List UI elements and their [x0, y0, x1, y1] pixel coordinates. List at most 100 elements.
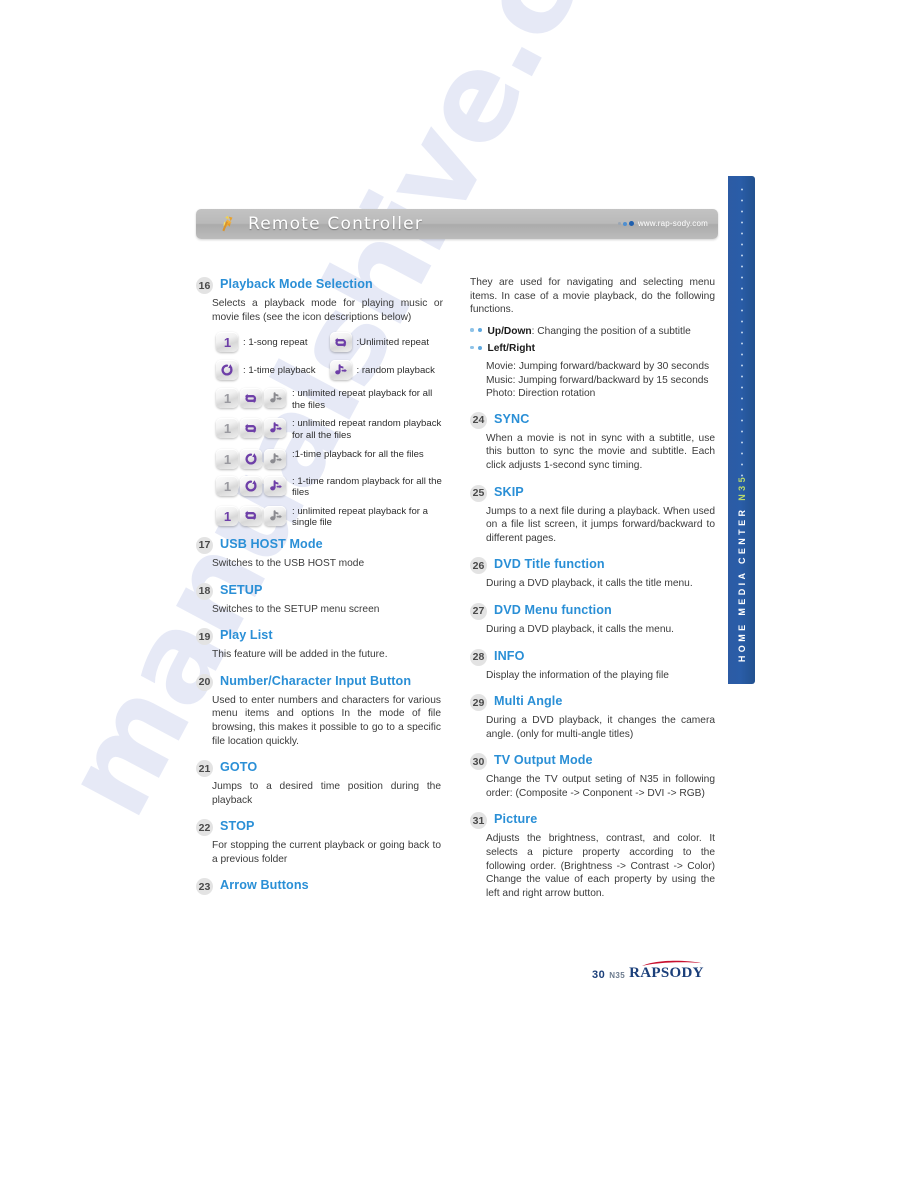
section-number-badge: 30 [470, 753, 487, 771]
loop-once-icon-active [240, 475, 262, 496]
section-number-badge: 25 [470, 484, 487, 502]
section-18-heading: 18 SETUP [196, 582, 443, 600]
repeat-icon-active [240, 388, 262, 409]
loop-once-icon-active [240, 448, 262, 469]
icon-pair-cell: 1 : 1-song repeat [216, 332, 330, 353]
url-dot-medium-icon [622, 221, 627, 226]
section-19-heading: 19 Play List [196, 627, 443, 646]
icon-triplet-row: 1 [216, 388, 443, 411]
bullet-left-right: Left/Right [470, 342, 717, 356]
section-19-text: This feature will be added in the future… [212, 649, 388, 661]
section-20-text: Used to enter numbers and characters for… [212, 694, 441, 747]
repeat-icon-active [240, 418, 262, 439]
svg-text:1: 1 [223, 391, 230, 405]
section-31-heading: 31 Picture [470, 811, 717, 830]
left-column: 16 Playback Mode Selection Selects a pla… [196, 276, 443, 898]
swoosh-icon [642, 960, 703, 966]
section-number-badge: 19 [196, 628, 213, 646]
icon-triplet-group: 1 [216, 388, 286, 409]
icon-pair-label: : 1-song repeat [243, 336, 308, 348]
section-title: DVD Title function [494, 557, 605, 572]
section-title: INFO [494, 648, 525, 663]
shuffle-note-icon-active [264, 475, 286, 496]
section-number-badge: 18 [196, 582, 213, 600]
side-tab-label-main: HOME MEDIA CENTER [736, 500, 747, 662]
section-22-text: For stopping the current playback or goi… [212, 840, 441, 865]
side-tab-label: HOME MEDIA CENTER N35 [737, 474, 747, 662]
svg-text:1: 1 [223, 479, 230, 493]
section-18-text: Switches to the SETUP menu screen [212, 603, 380, 615]
section-number-badge: 17 [196, 536, 213, 554]
shuffle-note-icon-active [264, 418, 286, 439]
bullet-rest: : Changing the position of a subtitle [531, 325, 691, 337]
one-icon-gray: 1 [216, 418, 238, 439]
one-icon-active: 1 [216, 505, 238, 526]
icon-triplet-row: 1 [216, 505, 443, 529]
section-30-text: Change the TV output seting of N35 in fo… [486, 774, 715, 799]
arrow-details-text: Movie: Jumping forward/backward by 30 se… [486, 360, 710, 400]
section-title: TV Output Mode [494, 753, 593, 768]
section-25-text: Jumps to a next file during a playback. … [486, 505, 715, 544]
icon-triplet-desc: : 1-time random playback for all the fil… [292, 475, 442, 499]
section-title: GOTO [220, 760, 258, 775]
section-17-heading: 17 USB HOST Mode [196, 536, 443, 554]
shuffle-note-icon-gray [264, 448, 286, 469]
section-title: Multi Angle [494, 694, 563, 709]
footer-model: N35 [609, 971, 626, 980]
url-dot-large-icon [628, 221, 634, 226]
section-26-heading: 26 DVD Title function [470, 556, 717, 575]
section-31-text: Adjusts the brightness, contrast, and co… [486, 833, 715, 899]
one-icon-gray: 1 [216, 448, 238, 469]
icon-triplet-desc: : unlimited repeat playback for a single… [292, 505, 428, 529]
page-title: Remote Controller [248, 214, 424, 234]
section-number-badge: 16 [196, 277, 213, 294]
section-title: SKIP [494, 484, 524, 499]
one-icon-gray: 1 [216, 388, 238, 409]
side-tab: HOME MEDIA CENTER N35 [728, 176, 755, 684]
svg-text:1: 1 [223, 335, 230, 349]
bullet-dots-icon [470, 328, 482, 333]
icon-pair-cell: :Unlimited repeat [329, 332, 444, 353]
icon-pair-row: 1 : 1-song repeat :Unlimited repeat [216, 332, 444, 353]
side-tab-label-model: N35 [736, 473, 747, 501]
section-title: Picture [494, 812, 538, 827]
section-number-badge: 29 [470, 694, 487, 712]
icon-triplet-group: 1 [216, 418, 286, 439]
bullet-label: Left/Right [487, 343, 536, 355]
bullet-label: Up/Down [487, 325, 532, 337]
section-title: USB HOST Mode [220, 536, 323, 551]
section-30-heading: 30 TV Output Mode [470, 752, 717, 771]
icon-triplet-desc: :1-time playback for all the files [292, 448, 424, 460]
section-16-intro: Selects a playback mode for playing musi… [212, 298, 443, 323]
section-29-text: During a DVD playback, it changes the ca… [486, 715, 715, 740]
shuffle-note-icon-gray [264, 505, 286, 526]
icon-legend: 1 : 1-song repeat :Unlimited repeat: 1-… [216, 332, 443, 529]
section-22-heading: 22 STOP [196, 818, 443, 837]
section-27-text: During a DVD playback, it calls the menu… [486, 623, 674, 635]
section-number-badge: 28 [470, 648, 487, 666]
icon-triplet-desc: : unlimited repeat random playback for a… [292, 418, 442, 441]
section-title: Play List [220, 628, 273, 643]
icon-pair-cell: : 1-time playback [216, 360, 330, 381]
section-number-badge: 23 [196, 878, 213, 896]
section-29-heading: 29 Multi Angle [470, 693, 717, 712]
section-title: Arrow Buttons [220, 878, 309, 893]
icon-pair-label: : 1-time playback [243, 364, 316, 376]
section-number-badge: 22 [196, 819, 213, 837]
one-icon-gray: 1 [216, 475, 238, 496]
svg-text:1: 1 [223, 452, 230, 466]
url-dot-small-icon [617, 222, 621, 225]
section-21-text: Jumps to a desired time position during … [212, 781, 441, 806]
manual-page: manualshive.com HOME MEDIA CENTER N35 Re… [0, 0, 918, 1188]
bullet-up-down: Up/Down: Changing the position of a subt… [470, 325, 717, 339]
section-title: Playback Mode Selection [220, 277, 373, 291]
header-url-text[interactable]: www.rap-sody.com [638, 219, 708, 228]
one-icon: 1 [216, 332, 238, 353]
icon-triplet-group: 1 [216, 505, 286, 526]
icon-pair-label: : random playback [356, 364, 435, 376]
shuffle-note-icon [329, 360, 352, 381]
icon-triplet-row: 1 [216, 418, 443, 441]
shuffle-note-icon-gray [264, 388, 286, 409]
icon-triplet-desc: : unlimited repeat playback for all the … [292, 388, 433, 411]
section-number-badge: 21 [196, 760, 213, 778]
